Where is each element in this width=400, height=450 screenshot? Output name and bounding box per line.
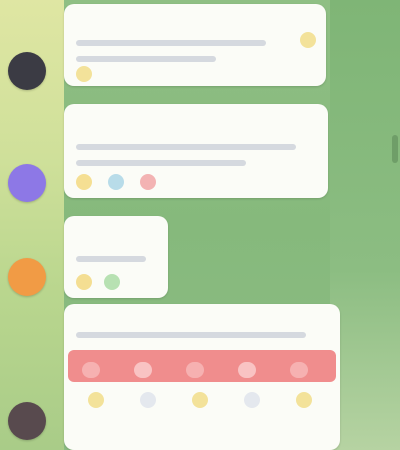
avatar[interactable] <box>8 52 46 90</box>
emoji-reaction-icon[interactable] <box>296 392 312 408</box>
emoji-reaction-icon[interactable] <box>244 392 260 408</box>
highlight-item <box>290 362 308 378</box>
pin-icon[interactable] <box>300 32 316 48</box>
message-text-line <box>76 144 296 150</box>
emoji-reaction-icon[interactable] <box>140 392 156 408</box>
scrollbar-handle[interactable] <box>392 135 398 163</box>
emoji-reaction-icon[interactable] <box>104 274 120 290</box>
emoji-reaction-icon[interactable] <box>88 392 104 408</box>
emoji-reaction-icon[interactable] <box>76 274 92 290</box>
message-text-line <box>76 160 246 166</box>
message-text-line <box>76 56 216 62</box>
highlight-item <box>82 362 100 378</box>
emoji-reaction-icon[interactable] <box>192 392 208 408</box>
chat-background-right <box>330 0 400 450</box>
highlight-item <box>238 362 256 378</box>
avatar[interactable] <box>8 258 46 296</box>
emoji-reaction-icon[interactable] <box>76 66 92 82</box>
message-bubble[interactable] <box>64 304 340 450</box>
emoji-reaction-icon[interactable] <box>108 174 124 190</box>
avatar[interactable] <box>8 164 46 202</box>
message-text-line <box>76 256 146 262</box>
emoji-reaction-icon[interactable] <box>140 174 156 190</box>
highlight-item <box>134 362 152 378</box>
highlight-item <box>186 362 204 378</box>
message-text-line <box>76 332 306 338</box>
avatar[interactable] <box>8 402 46 440</box>
message-text-line <box>76 40 266 46</box>
message-bubble[interactable] <box>64 4 326 86</box>
emoji-reaction-icon[interactable] <box>76 174 92 190</box>
message-bubble[interactable] <box>64 104 328 198</box>
message-bubble[interactable] <box>64 216 168 298</box>
